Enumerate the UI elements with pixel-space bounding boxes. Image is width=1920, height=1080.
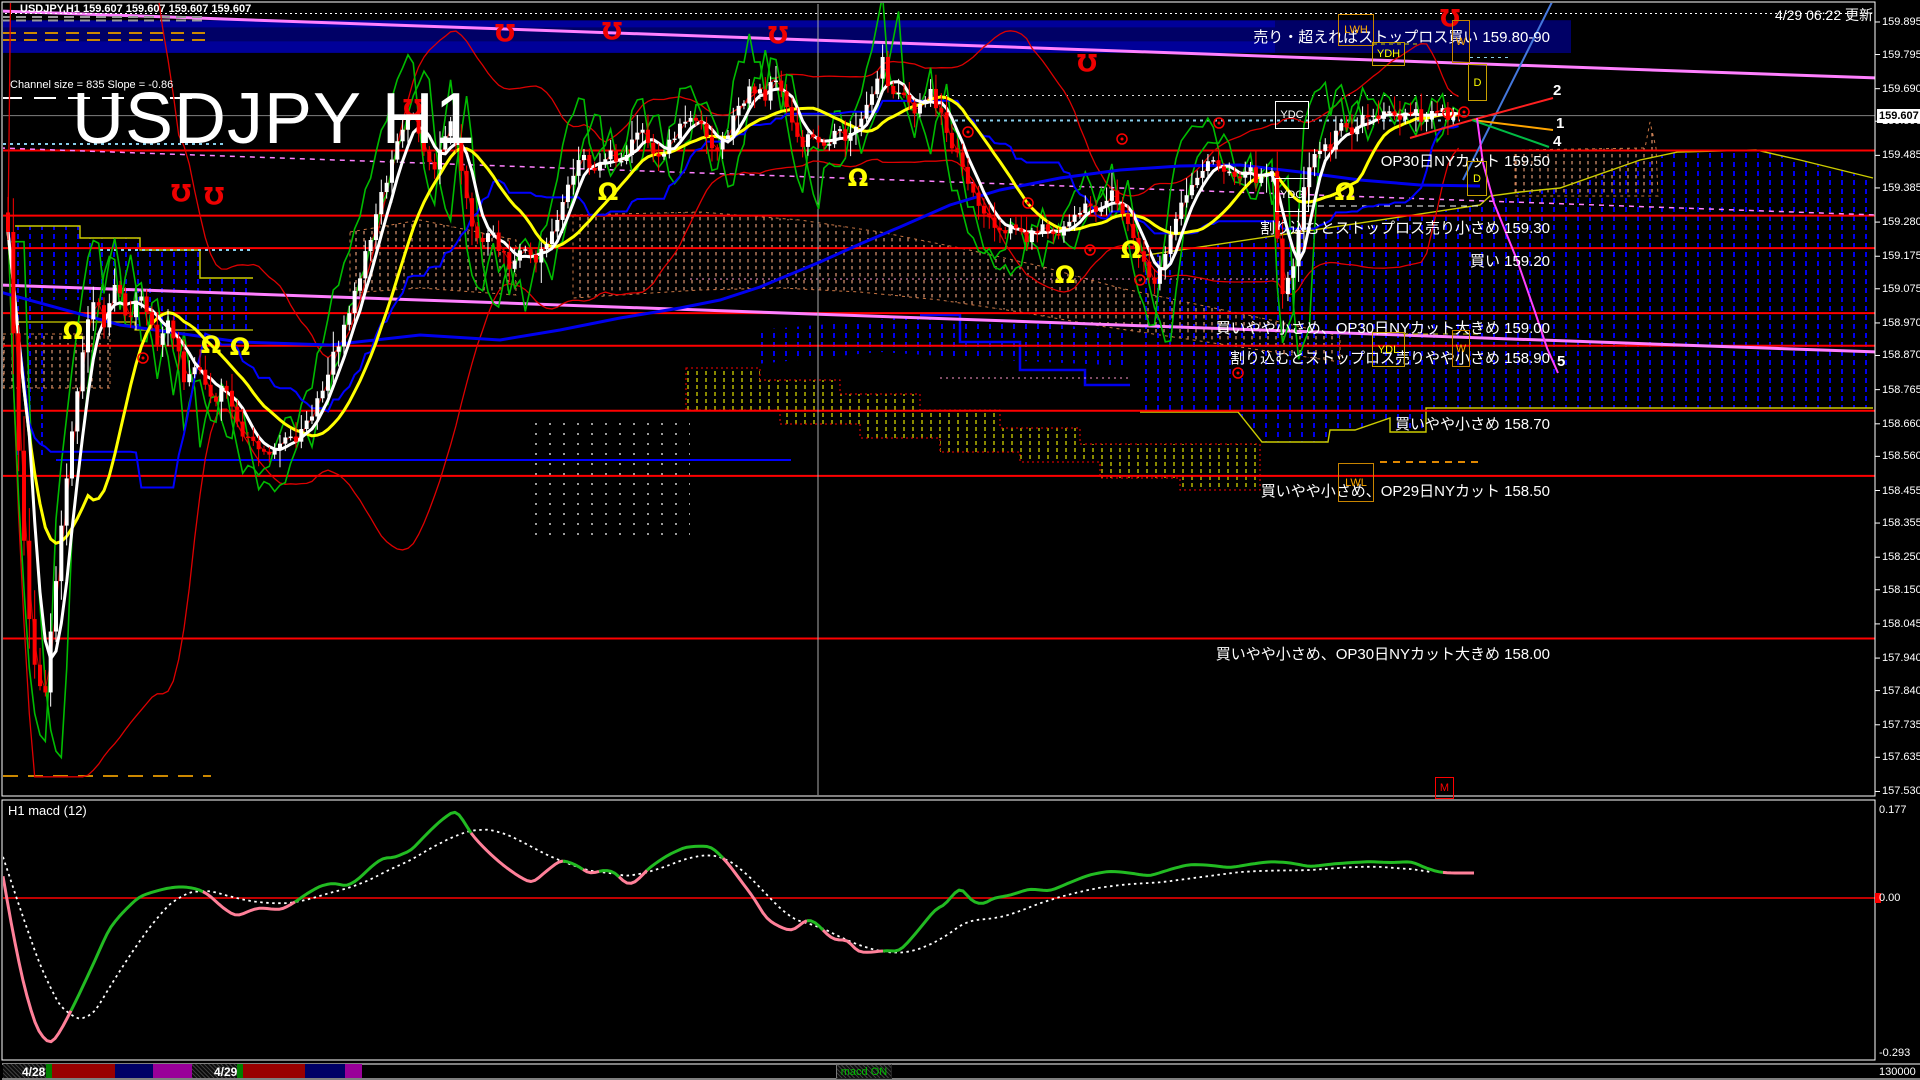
u-marker: Ω bbox=[768, 20, 788, 48]
macd-max-label: 0.177 bbox=[1879, 804, 1907, 816]
pivot-box-lwh: LWH bbox=[1338, 14, 1374, 46]
omega-marker: Ω bbox=[230, 333, 250, 361]
annotation-2: OP30日NYカット 159.50 bbox=[1381, 150, 1550, 171]
session-segment bbox=[52, 1064, 115, 1078]
pivot-box-w: W bbox=[1452, 20, 1470, 63]
annotation-3: 割り込むとストップロス売り小さめ 159.30 bbox=[1260, 217, 1550, 238]
price-axis-label: 159.385 bbox=[1882, 182, 1920, 194]
u-marker: Ω bbox=[495, 18, 515, 46]
price-axis-label: 157.840 bbox=[1882, 685, 1920, 697]
pivot-box-ydh: YDH bbox=[1372, 42, 1405, 66]
price-axis-label: 159.485 bbox=[1882, 149, 1920, 161]
omega-marker: Ω bbox=[1335, 178, 1355, 206]
macd-on-button[interactable]: macd ON bbox=[836, 1064, 892, 1079]
price-axis-label: 158.870 bbox=[1882, 349, 1920, 361]
main-chart-canvas[interactable]: ΩΩΩΩΩΩΩΩΩΩΩΩΩΩΩΩ bbox=[0, 0, 1920, 1080]
timeline-date-4-28: 4/28 bbox=[22, 1065, 45, 1079]
window-title: USDJPY,H1 159.607 159.607 159.607 159.60… bbox=[20, 3, 251, 15]
wave-label-2: 2 bbox=[1553, 82, 1561, 99]
wave-label-1: 1 bbox=[1556, 115, 1564, 132]
u-marker: Ω bbox=[171, 178, 191, 206]
omega-marker: Ω bbox=[1121, 236, 1141, 264]
price-axis-label: 159.795 bbox=[1882, 49, 1920, 61]
omega-marker: Ω bbox=[598, 178, 618, 206]
price-axis-label: 158.455 bbox=[1882, 485, 1920, 497]
macd-indicator-label: H1 macd (12) bbox=[8, 803, 87, 818]
u-marker: Ω bbox=[1077, 48, 1097, 76]
u-marker: Ω bbox=[204, 181, 224, 209]
last-update-time: 4/29 06:22 更新 bbox=[1775, 5, 1873, 25]
wave-label-4: 4 bbox=[1553, 133, 1561, 150]
chart-window: ΩΩΩΩΩΩΩΩΩΩΩΩΩΩΩΩ USDJPY,H1 159.607 159.6… bbox=[0, 0, 1920, 1080]
current-price-marker: 159.607 bbox=[1877, 109, 1920, 123]
session-segment bbox=[115, 1064, 153, 1078]
macd-bottom-label: 130000 bbox=[1879, 1066, 1916, 1078]
wave-label-5: 5 bbox=[1557, 353, 1565, 370]
price-axis-label: 157.735 bbox=[1882, 719, 1920, 731]
watermark-symbol: USDJPY H1 bbox=[72, 78, 476, 160]
session-segment bbox=[345, 1064, 362, 1078]
pivot-box-lwl: LWL bbox=[1338, 463, 1374, 502]
session-segment bbox=[153, 1064, 192, 1078]
macd-min-label: -0.293 bbox=[1879, 1047, 1910, 1059]
price-axis-label: 159.690 bbox=[1882, 83, 1920, 95]
pivot-box-ydc: YDC bbox=[1275, 101, 1309, 129]
price-axis-label: 159.280 bbox=[1882, 216, 1920, 228]
u-marker: Ω bbox=[602, 16, 622, 44]
omega-marker: Ω bbox=[1055, 261, 1075, 289]
pivot-box-m: M bbox=[1435, 777, 1454, 799]
price-axis-label: 157.530 bbox=[1882, 785, 1920, 797]
price-axis-label: 158.150 bbox=[1882, 584, 1920, 596]
price-axis-label: 158.045 bbox=[1882, 618, 1920, 630]
cloud-mid-blue-strip bbox=[757, 318, 1130, 366]
price-axis-label: 157.635 bbox=[1882, 751, 1920, 763]
pivot-box-d: D bbox=[1468, 64, 1487, 101]
price-axis-label: 158.250 bbox=[1882, 551, 1920, 563]
timeline-date-4-29: 4/29 bbox=[214, 1065, 237, 1079]
price-axis-label: 159.175 bbox=[1882, 250, 1920, 262]
price-axis-label: 158.970 bbox=[1882, 317, 1920, 329]
price-axis-label: 159.075 bbox=[1882, 283, 1920, 295]
macd-zero-label: 0.00 bbox=[1879, 892, 1900, 904]
session-segment bbox=[305, 1064, 345, 1078]
pivot-box-d: D bbox=[1467, 161, 1487, 196]
pivot-box-ydo: YDO bbox=[1275, 178, 1309, 212]
omega-marker: Ω bbox=[63, 317, 83, 345]
price-axis-label: 157.940 bbox=[1882, 652, 1920, 664]
price-axis-label: 158.765 bbox=[1882, 384, 1920, 396]
annotation-7: 買いやや小さめ 158.70 bbox=[1395, 413, 1550, 434]
annotation-4: 買い 159.20 bbox=[1470, 250, 1550, 271]
annotation-9: 買いやや小さめ、OP30日NYカット大きめ 158.00 bbox=[1216, 643, 1550, 664]
price-axis-label: 159.895 bbox=[1882, 16, 1920, 28]
cloud-white-dots bbox=[527, 420, 690, 540]
annotation-8: 買いやや小さめ、OP29日NYカット 158.50 bbox=[1261, 480, 1550, 501]
pivot-box-w: W bbox=[1452, 330, 1470, 367]
price-axis-label: 158.660 bbox=[1882, 418, 1920, 430]
omega-marker: Ω bbox=[848, 164, 868, 192]
omega-marker: Ω bbox=[201, 331, 221, 359]
price-axis-label: 158.560 bbox=[1882, 450, 1920, 462]
session-segment bbox=[243, 1064, 305, 1078]
price-axis-label: 158.355 bbox=[1882, 517, 1920, 529]
pivot-box-ydl: YDL bbox=[1372, 332, 1405, 367]
